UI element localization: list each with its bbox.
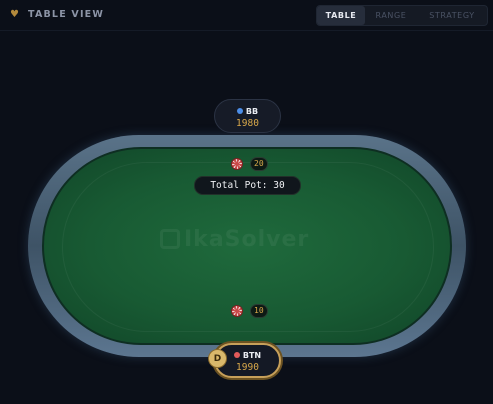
seat-name: BB (245, 107, 259, 116)
tab-table[interactable]: TABLE (317, 6, 365, 25)
bet-amount-bb: 20 (250, 157, 268, 171)
watermark-logo-icon (160, 229, 180, 249)
player-dot-icon (233, 352, 240, 358)
total-pot: Total Pot: 30 (194, 176, 301, 195)
seat-stack: 1980 (236, 118, 259, 129)
tab-strategy[interactable]: STRATEGY (417, 6, 487, 25)
chip-icon (231, 305, 243, 317)
seat-bb[interactable]: BB 1980 (214, 99, 281, 133)
tab-range[interactable]: RANGE (365, 6, 417, 25)
bet-amount-btn: 10 (250, 304, 268, 318)
view-tabs: TABLE RANGE STRATEGY (316, 5, 488, 26)
view-title: TABLE VIEW (28, 9, 105, 20)
player-dot-icon (236, 108, 243, 114)
dealer-button: D (208, 349, 227, 368)
seat-name: BTN (242, 351, 262, 360)
chip-icon (231, 158, 243, 170)
top-bar: ♥ TABLE VIEW TABLE RANGE STRATEGY (0, 0, 493, 31)
watermark: IkaSolver (160, 226, 340, 252)
heart-icon: ♥ (10, 9, 19, 20)
watermark-text: IkaSolver (184, 226, 310, 252)
